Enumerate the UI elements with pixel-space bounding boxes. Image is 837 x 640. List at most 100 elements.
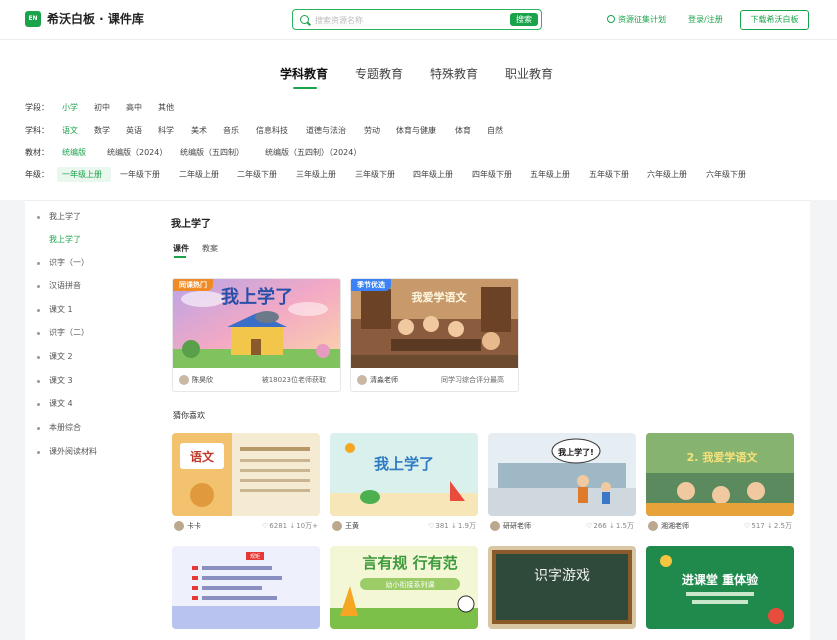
subject-option[interactable]: 语文 bbox=[62, 125, 78, 137]
bullet-icon bbox=[37, 356, 40, 359]
grade-option[interactable]: 二年级上册 bbox=[179, 169, 219, 181]
sidebar-item-unit[interactable]: 课文 3 bbox=[49, 376, 73, 386]
card-thumbnail: 规矩 bbox=[172, 546, 320, 629]
card-thumbnail: 我上学了 bbox=[330, 433, 478, 516]
card-thumbnail: 2. 我爱学语文 bbox=[646, 433, 794, 516]
grade-option[interactable]: 三年级下册 bbox=[355, 169, 395, 181]
subject-option[interactable]: 数学 bbox=[94, 125, 110, 137]
subject-option[interactable]: 美术 bbox=[191, 125, 207, 137]
thumb-title: 我上学了 bbox=[374, 455, 434, 473]
subject-option[interactable]: 劳动 bbox=[364, 125, 380, 137]
logo-icon[interactable]: EN bbox=[25, 11, 41, 27]
courseware-card[interactable]: 我上学了! 研研老师 ♡266 ↓1.5万 bbox=[488, 433, 636, 533]
subject-option[interactable]: 音乐 bbox=[223, 125, 239, 137]
edition-option[interactable]: 统编版（五四制） bbox=[180, 147, 244, 159]
filter-label: 学段： bbox=[25, 103, 49, 112]
sidebar-item-unit[interactable]: 汉语拼音 bbox=[49, 281, 81, 291]
featured-card[interactable]: 我爱学语文 季节优选 清淼老师 同学习综合评分最高 bbox=[350, 278, 519, 392]
featured-card[interactable]: 我上学了 同课热门 陈昊欣 被18023位老师获取 bbox=[172, 278, 341, 392]
subject-option[interactable]: 体育 bbox=[455, 125, 471, 137]
subject-option[interactable]: 科学 bbox=[158, 125, 174, 137]
site-title[interactable]: 希沃白板 · 课件库 bbox=[47, 11, 144, 27]
grade-option[interactable]: 六年级上册 bbox=[647, 169, 687, 181]
guess-title: 猜你喜欢 bbox=[173, 411, 205, 420]
grade-option[interactable]: 三年级上册 bbox=[296, 169, 336, 181]
grade-option[interactable]: 二年级下册 bbox=[237, 169, 277, 181]
sidebar-item-unit[interactable]: 识字（一） bbox=[49, 258, 89, 268]
login-link[interactable]: 登录/注册 bbox=[688, 14, 723, 26]
courseware-card[interactable]: 言有规 行有范 幼小衔接系列课 bbox=[330, 546, 478, 629]
courseware-card[interactable]: 识字游戏 bbox=[488, 546, 636, 629]
author-name: 湘湘老师 bbox=[661, 522, 689, 530]
stage-option[interactable]: 高中 bbox=[126, 102, 142, 114]
tab-vocational-education[interactable]: 职业教育 bbox=[505, 66, 553, 82]
edition-option[interactable]: 统编版（五四制）（2024） bbox=[265, 147, 361, 159]
card-stats: ♡266 ↓1.5万 bbox=[586, 522, 634, 530]
grade-option[interactable]: 五年级上册 bbox=[530, 169, 570, 181]
subject-option[interactable]: 体育与健康 bbox=[396, 125, 436, 137]
sidebar-item-lesson[interactable]: 我上学了 bbox=[49, 235, 81, 245]
courseware-card[interactable]: 规矩 bbox=[172, 546, 320, 629]
tab-courseware[interactable]: 课件 bbox=[173, 244, 189, 254]
courseware-card[interactable]: 进课堂 重体验 bbox=[646, 546, 794, 629]
author-name: 卡卡 bbox=[187, 522, 201, 530]
filter-label: 教材： bbox=[25, 148, 49, 157]
bullet-icon bbox=[37, 309, 40, 312]
download-app-button[interactable]: 下载希沃白板 bbox=[740, 10, 809, 30]
section-title: 我上学了 bbox=[171, 219, 211, 230]
grade-option[interactable]: 四年级下册 bbox=[472, 169, 512, 181]
tab-special-education[interactable]: 特殊教育 bbox=[430, 66, 478, 82]
filter-label: 年级： bbox=[25, 170, 49, 179]
bullet-icon bbox=[37, 403, 40, 406]
thumb-title: 进课堂 重体验 bbox=[682, 572, 759, 587]
tab-lesson-plan[interactable]: 教案 bbox=[202, 244, 218, 254]
subject-option[interactable]: 信息科技 bbox=[256, 125, 288, 137]
bullet-icon bbox=[37, 216, 40, 219]
sidebar-item-unit[interactable]: 课文 2 bbox=[49, 352, 73, 362]
thumb-title: 识字游戏 bbox=[534, 568, 590, 584]
bullet-icon bbox=[37, 380, 40, 383]
grade-option[interactable]: 四年级上册 bbox=[413, 169, 453, 181]
courseware-card[interactable]: 2. 我爱学语文 湘湘老师 ♡517 ↓2.5万 bbox=[646, 433, 794, 533]
avatar bbox=[357, 375, 367, 385]
subject-option[interactable]: 道德与法治 bbox=[306, 125, 346, 137]
stage-option[interactable]: 初中 bbox=[94, 102, 110, 114]
courseware-card[interactable]: 语文 卡卡 ♡6281 ↓10万+ bbox=[172, 433, 320, 533]
grade-option[interactable]: 一年级下册 bbox=[120, 169, 160, 181]
sidebar-item-unit[interactable]: 我上学了 bbox=[49, 212, 81, 222]
subject-option[interactable]: 自然 bbox=[487, 125, 503, 137]
featured-badge: 季节优选 bbox=[351, 279, 391, 291]
search-button[interactable]: 搜索 bbox=[510, 13, 538, 26]
stage-option[interactable]: 小学 bbox=[62, 102, 78, 114]
card-stats: ♡517 ↓2.5万 bbox=[744, 522, 792, 530]
grade-option[interactable]: 一年级上册 bbox=[62, 169, 102, 181]
sidebar-item-unit[interactable]: 课外阅读材料 bbox=[49, 447, 97, 457]
subject-option[interactable]: 英语 bbox=[126, 125, 142, 137]
search-box: 搜索 bbox=[292, 9, 542, 30]
sidebar-item-unit[interactable]: 课文 1 bbox=[49, 305, 73, 315]
thumb-title: 我爱学语文 bbox=[412, 290, 468, 304]
download-icon: ↓ bbox=[450, 522, 457, 530]
sidebar-item-unit[interactable]: 课文 4 bbox=[49, 399, 73, 409]
bullet-icon bbox=[37, 451, 40, 454]
stage-option[interactable]: 其他 bbox=[158, 102, 174, 114]
sidebar-item-unit[interactable]: 本册综合 bbox=[49, 423, 81, 433]
edition-option[interactable]: 统编版（2024） bbox=[107, 147, 167, 159]
like-icon: ♡ bbox=[586, 522, 593, 530]
sidebar-item-unit[interactable]: 识字（二） bbox=[49, 328, 89, 338]
tab-subject-education[interactable]: 学科教育 bbox=[280, 66, 328, 82]
thumb-title: 2. 我爱学语文 bbox=[687, 450, 759, 464]
search-icon bbox=[300, 15, 309, 24]
grade-option[interactable]: 五年级下册 bbox=[589, 169, 629, 181]
bullet-icon bbox=[37, 262, 40, 265]
tab-topic-education[interactable]: 专题教育 bbox=[355, 66, 403, 82]
thumb-title: 我上学了! bbox=[558, 447, 594, 457]
author-name: 陈昊欣 bbox=[192, 376, 213, 384]
resource-plan-link[interactable]: 资源征集计划 bbox=[607, 14, 666, 26]
thumb-title: 语文 bbox=[190, 449, 215, 464]
grade-option[interactable]: 六年级下册 bbox=[706, 169, 746, 181]
like-icon: ♡ bbox=[428, 522, 435, 530]
courseware-card[interactable]: 我上学了 王黄 ♡381 ↓1.9万 bbox=[330, 433, 478, 533]
edition-option[interactable]: 统编版 bbox=[62, 147, 86, 159]
search-input[interactable] bbox=[315, 13, 501, 27]
